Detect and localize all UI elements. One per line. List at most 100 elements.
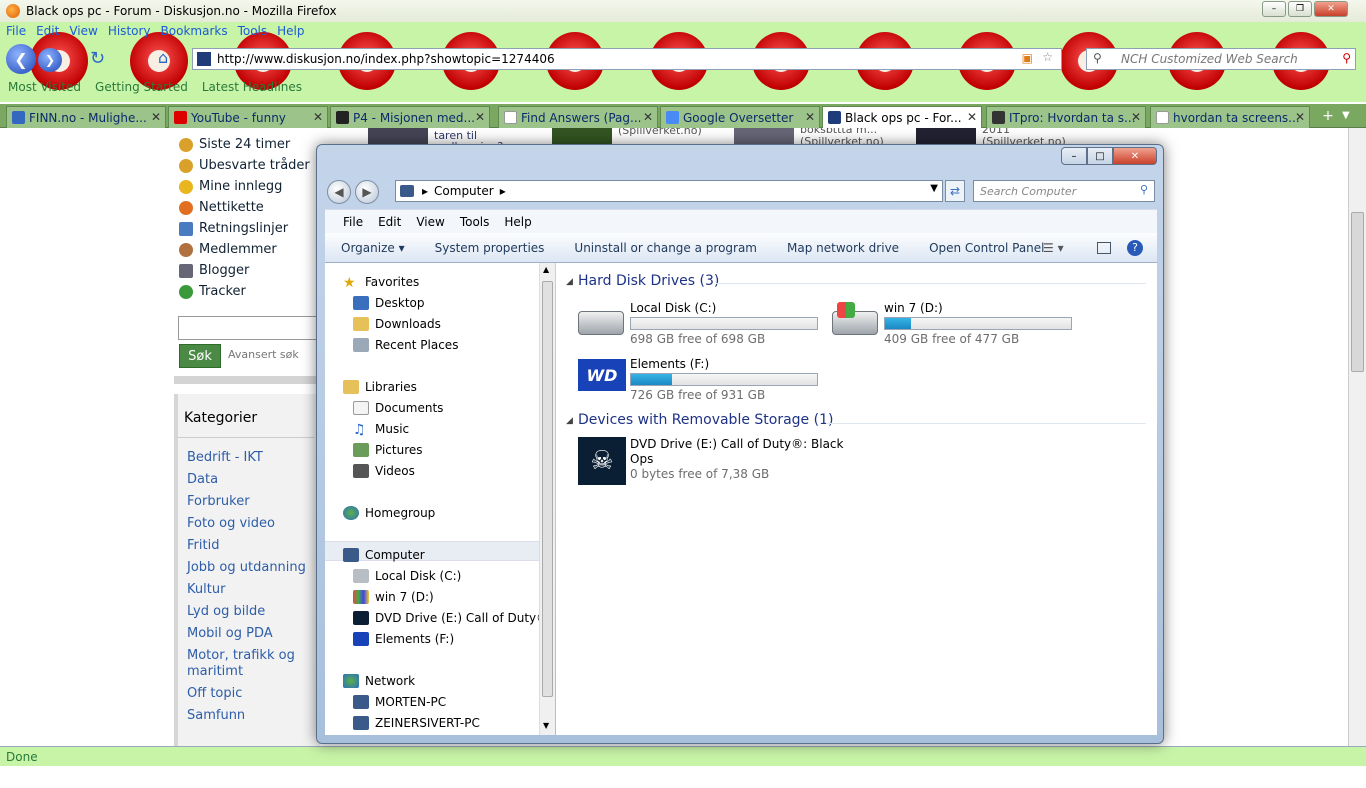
advanced-search-link[interactable]: Avansert søk <box>228 348 299 361</box>
tree-favorites[interactable]: ★ Favorites <box>343 275 419 291</box>
nav-blogger[interactable]: Blogger <box>176 260 318 281</box>
drive-elements-f[interactable]: WD Elements (F:) 726 GB free of 931 GB <box>578 357 838 403</box>
tab-black-ops[interactable]: Black ops pc - For... ✕ <box>822 106 982 128</box>
menu-view[interactable]: View <box>69 24 97 38</box>
collapse-group-icon[interactable]: ◢ <box>566 416 573 426</box>
tree-documents[interactable]: Documents <box>353 401 443 415</box>
bookmark-latest-headlines[interactable]: Latest Headlines <box>202 80 302 94</box>
nav-nettikette[interactable]: Nettikette <box>176 197 318 218</box>
tree-libraries[interactable]: Libraries <box>343 380 417 394</box>
nav-siste-24-timer[interactable]: Siste 24 timer <box>176 134 318 155</box>
tree-local-disk-c[interactable]: Local Disk (C:) <box>353 569 461 583</box>
web-search-input[interactable]: ⚲ NCH Customized Web Search ⚲ <box>1086 48 1356 70</box>
nav-ubesvarte[interactable]: Ubesvarte tråder <box>176 155 318 176</box>
tree-elements-f[interactable]: Elements (F:) <box>353 632 454 646</box>
tab-close-icon[interactable]: ✕ <box>805 110 815 124</box>
explorer-back-icon[interactable]: ◀ <box>327 180 351 204</box>
explorer-address-bar[interactable]: ▸ Computer ▸ ▼ <box>395 180 943 202</box>
tab-finn[interactable]: FINN.no - Mulighe... ✕ <box>6 106 166 128</box>
category-link[interactable]: Samfunn <box>178 708 320 724</box>
category-link[interactable]: Motor, trafikk og maritimt <box>178 648 298 680</box>
tab-itpro[interactable]: ITpro: Hvordan ta s... ✕ <box>986 106 1146 128</box>
system-properties-button[interactable]: System properties <box>435 241 545 255</box>
tree-recent-places[interactable]: Recent Places <box>353 338 458 352</box>
minimize-button[interactable]: – <box>1262 1 1286 17</box>
category-link[interactable]: Foto og video <box>178 516 320 532</box>
drive-dvd-e[interactable]: ☠ DVD Drive (E:) Call of Duty®: Black Op… <box>578 437 843 489</box>
search-go-icon[interactable]: ⚲ <box>1342 51 1351 65</box>
page-scrollbar[interactable] <box>1348 128 1366 746</box>
explorer-menu-edit[interactable]: Edit <box>378 215 401 229</box>
collapse-group-icon[interactable]: ◢ <box>566 277 573 287</box>
bookmark-getting-started[interactable]: Getting Started <box>95 80 188 94</box>
category-link[interactable]: Jobb og utdanning <box>178 560 320 576</box>
tree-downloads[interactable]: Downloads <box>353 317 441 331</box>
tab-youtube[interactable]: YouTube - funny ✕ <box>168 106 328 128</box>
tab-find-answers[interactable]: Find Answers (Pag... ✕ <box>498 106 658 128</box>
category-link[interactable]: Fritid <box>178 538 320 554</box>
scrollbar-thumb[interactable] <box>1351 212 1364 372</box>
restore-button[interactable]: ❐ <box>1288 1 1312 17</box>
home-icon[interactable]: ⌂ <box>158 48 168 67</box>
scroll-down-icon[interactable]: ▼ <box>543 721 549 730</box>
preview-pane-icon[interactable] <box>1097 241 1111 254</box>
bookmark-star-icon[interactable]: ☆ <box>1042 50 1053 64</box>
open-control-panel-button[interactable]: Open Control Panel <box>929 241 1044 255</box>
nav-mine-innlegg[interactable]: Mine innlegg <box>176 176 318 197</box>
category-link[interactable]: Lyd og bilde <box>178 604 320 620</box>
menu-edit[interactable]: Edit <box>36 24 59 38</box>
tab-p4[interactable]: P4 - Misjonen med... ✕ <box>330 106 490 128</box>
nav-tracker[interactable]: Tracker <box>176 281 318 302</box>
tab-close-icon[interactable]: ✕ <box>1131 110 1141 124</box>
tab-google-search[interactable]: hvordan ta screens... ✕ <box>1150 106 1310 128</box>
tree-homegroup[interactable]: Homegroup <box>343 506 435 520</box>
new-tab-icon[interactable]: + <box>1318 108 1338 126</box>
explorer-menu-help[interactable]: Help <box>504 215 531 229</box>
tab-close-icon[interactable]: ✕ <box>1295 110 1305 124</box>
tree-desktop[interactable]: Desktop <box>353 296 425 310</box>
bookmark-most-visited[interactable]: Most Visited <box>8 80 81 94</box>
drive-local-disk-c[interactable]: Local Disk (C:) 698 GB free of 698 GB <box>578 301 838 347</box>
group-removable-storage[interactable]: Devices with Removable Storage (1) <box>578 412 833 428</box>
menu-bookmarks[interactable]: Bookmarks <box>161 24 228 38</box>
forum-search-input[interactable] <box>178 316 318 340</box>
forward-arrow-icon[interactable]: ❯ <box>38 48 62 72</box>
menu-history[interactable]: History <box>108 24 151 38</box>
tab-close-icon[interactable]: ✕ <box>643 110 653 124</box>
nav-medlemmer[interactable]: Medlemmer <box>176 239 318 260</box>
back-arrow-icon[interactable]: ❮ <box>6 44 36 74</box>
tab-close-icon[interactable]: ✕ <box>967 110 977 124</box>
address-dropdown-icon[interactable]: ▼ <box>930 183 938 194</box>
explorer-menu-tools[interactable]: Tools <box>460 215 490 229</box>
close-button[interactable]: ✕ <box>1314 1 1348 17</box>
search-button[interactable]: Søk <box>179 344 221 368</box>
category-link[interactable]: Mobil og PDA <box>178 626 320 642</box>
tab-list-icon[interactable]: ▼ <box>1342 110 1350 121</box>
tree-network[interactable]: Network <box>343 674 415 688</box>
scroll-up-icon[interactable]: ▲ <box>543 265 549 274</box>
rss-icon[interactable]: ▣ <box>1022 51 1033 65</box>
reload-icon[interactable]: ↻ <box>90 48 105 69</box>
view-options-icon[interactable]: ☰ ▾ <box>1043 241 1064 255</box>
organize-button[interactable]: Organize ▾ <box>341 241 405 255</box>
tab-close-icon[interactable]: ✕ <box>475 110 485 124</box>
tab-close-icon[interactable]: ✕ <box>151 110 161 124</box>
nav-retningslinjer[interactable]: Retningslinjer <box>176 218 318 239</box>
search-engine-icon[interactable]: ⚲ <box>1093 51 1102 65</box>
menu-help[interactable]: Help <box>277 24 304 38</box>
explorer-maximize-button[interactable]: □ <box>1087 147 1113 165</box>
category-link[interactable]: Data <box>178 472 320 488</box>
category-link[interactable]: Kultur <box>178 582 320 598</box>
menu-file[interactable]: File <box>6 24 26 38</box>
menu-tools[interactable]: Tools <box>238 24 268 38</box>
explorer-menu-file[interactable]: File <box>343 215 363 229</box>
tree-music[interactable]: ♫ Music <box>353 422 409 438</box>
tree-zeinersivert-pc[interactable]: ZEINERSIVERT-PC <box>353 716 480 730</box>
map-network-drive-button[interactable]: Map network drive <box>787 241 899 255</box>
help-icon[interactable]: ? <box>1127 239 1143 256</box>
navigation-scrollbar-thumb[interactable] <box>542 281 553 697</box>
tab-close-icon[interactable]: ✕ <box>313 110 323 124</box>
tree-morten-pc[interactable]: MORTEN-PC <box>353 695 446 709</box>
category-link[interactable]: Bedrift - IKT <box>178 450 320 466</box>
tree-computer[interactable]: Computer <box>343 548 425 562</box>
